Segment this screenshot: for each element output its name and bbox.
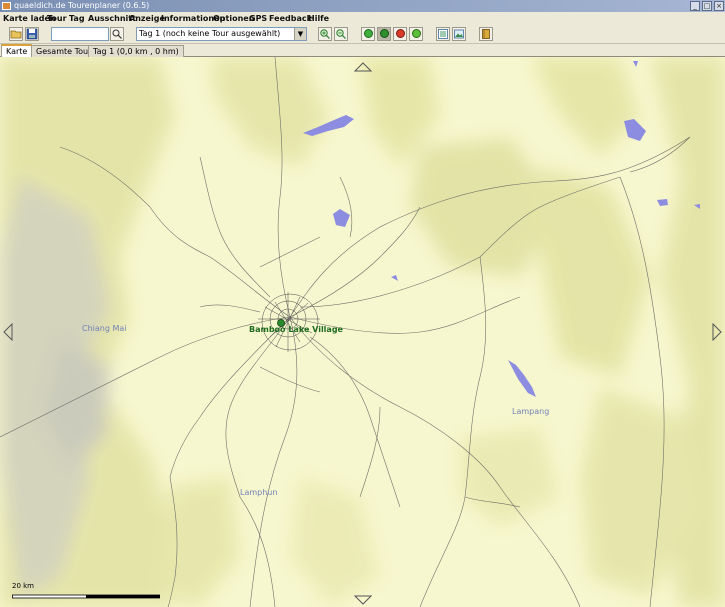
pan-up-arrow-icon[interactable] [354,62,372,72]
chevron-down-icon[interactable]: ▼ [294,28,306,40]
place-label-chiang-mai: Chiang Mai [82,324,127,333]
menu-feedback[interactable]: Feedback [269,13,312,24]
place-label-lamphun: Lamphun [240,488,278,497]
scale-bar-label: 20 km [12,582,35,590]
image-icon [454,29,464,39]
menu-hilfe[interactable]: Hilfe [308,13,329,24]
menu-anzeige[interactable]: Anzeige [129,13,165,24]
app-icon [2,2,11,10]
day-select[interactable]: Tag 1 (noch keine Tour ausgewählt) ▼ [136,27,307,41]
add-icon [411,29,421,38]
day-select-value: Tag 1 (noch keine Tour ausgewählt) [139,29,281,38]
menu-gps[interactable]: GPS [249,13,267,24]
book-button[interactable] [479,27,493,41]
tab-karte[interactable]: Karte [1,44,33,57]
scale-bar [12,594,160,599]
zoom-in-button[interactable] [318,27,332,41]
minimize-button[interactable]: _ [690,1,700,11]
zoom-in-icon [320,29,330,39]
list-button[interactable] [436,27,450,41]
menu-bar: Karte laden Tour Tag Ausschnitt Anzeige … [0,12,725,25]
open-folder-icon [10,30,22,39]
menu-tour[interactable]: Tour [47,13,67,24]
place-label-lampang: Lampang [512,407,550,416]
pan-right-arrow-icon[interactable] [712,323,722,341]
pan-left-arrow-icon[interactable] [3,323,13,341]
book-icon [482,29,490,39]
cursor-icon [379,29,389,38]
save-icon [26,28,38,40]
location-search-input[interactable] [51,27,109,41]
go-icon [363,29,373,38]
window-title: quaeldich.de Tourenplaner (0.6.5) [14,1,150,10]
open-button[interactable] [9,27,23,41]
zoom-out-button[interactable] [334,27,348,41]
tab-tag-1[interactable]: Tag 1 (0,0 km , 0 hm) [88,45,184,57]
menu-tag[interactable]: Tag [69,13,85,24]
go-button[interactable] [361,27,375,41]
save-button[interactable] [25,27,39,41]
image-button[interactable] [452,27,466,41]
pan-down-arrow-icon[interactable] [354,595,372,605]
poi-label[interactable]: Bamboo Lake Village [249,325,343,334]
close-button[interactable]: × [714,1,724,11]
tab-gesamte-tour[interactable]: Gesamte Tour [31,45,97,57]
delete-button[interactable] [393,27,407,41]
search-map-button[interactable] [110,27,124,41]
search-map-icon [112,29,122,39]
maximize-button[interactable]: □ [702,1,712,11]
map-view[interactable]: Bamboo Lake Village Chiang Mai Lampang L… [0,57,725,607]
delete-icon [395,29,405,38]
title-bar: quaeldich.de Tourenplaner (0.6.5) _ □ × [0,0,725,12]
list-icon [438,29,448,39]
tab-bar: Karte Gesamte Tour Tag 1 (0,0 km , 0 hm) [0,44,725,57]
toolbar: Tag 1 (noch keine Tour ausgewählt) ▼ [0,25,725,44]
add-button[interactable] [409,27,423,41]
zoom-out-icon [336,29,346,39]
cursor-button[interactable] [377,27,391,41]
